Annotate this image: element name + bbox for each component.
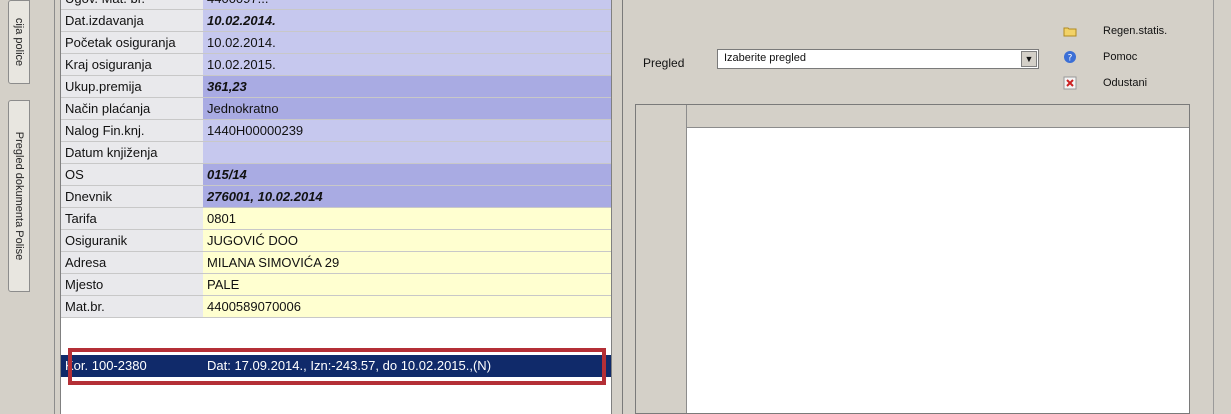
property-row[interactable]: Adresa MILANA SIMOVIĆA 29 — [61, 252, 611, 274]
property-value: 4400097... — [203, 0, 611, 10]
property-row[interactable]: Kraj osiguranja 10.02.2015. — [61, 54, 611, 76]
chevron-down-icon[interactable]: ▼ — [1021, 51, 1037, 67]
property-row[interactable]: Ugov. Mat. br.4400097... — [61, 0, 611, 10]
highlight-box — [68, 348, 606, 385]
property-row[interactable]: OS 015/14 — [61, 164, 611, 186]
property-label: Adresa — [61, 252, 203, 274]
property-label: Početak osiguranja — [61, 32, 203, 54]
property-value: Jednokratno — [203, 98, 611, 120]
folder-icon — [1063, 27, 1077, 37]
property-label: OS — [61, 164, 203, 186]
property-label: Ukup.premija — [61, 76, 203, 98]
property-row[interactable]: Tarifa 0801 — [61, 208, 611, 230]
property-value: JUGOVIĆ DOO — [203, 230, 611, 252]
splitter-strip — [34, 0, 55, 414]
property-row[interactable]: Ukup.premija 361,23 — [61, 76, 611, 98]
property-row[interactable]: Dnevnik 276001, 10.02.2014 — [61, 186, 611, 208]
vertical-tab-strip: cija police Pregled dokumenta Polise — [0, 0, 35, 414]
property-value — [203, 142, 611, 164]
property-value: MILANA SIMOVIĆA 29 — [203, 252, 611, 274]
property-value: 4400589070006 — [203, 296, 611, 318]
preview-grid[interactable] — [635, 104, 1190, 414]
property-label: Način plaćanja — [61, 98, 203, 120]
property-label: Ugov. Mat. br. — [61, 0, 203, 10]
property-label: Mat.br. — [61, 296, 203, 318]
svg-text:?: ? — [1068, 54, 1073, 64]
tab-pregled-label: Pregled dokumenta Polise — [13, 131, 25, 261]
property-value: 10.02.2015. — [203, 54, 611, 76]
property-label: Kraj osiguranja — [61, 54, 203, 76]
property-value: 0801 — [203, 208, 611, 230]
property-label: Nalog Fin.knj. — [61, 120, 203, 142]
tab-police[interactable]: cija police — [8, 0, 30, 84]
property-row[interactable]: Dat.izdavanja 10.02.2014. — [61, 10, 611, 32]
property-value: 361,23 — [203, 76, 611, 98]
help-icon: ? — [1064, 51, 1076, 64]
property-label: Dnevnik — [61, 186, 203, 208]
close-icon — [1063, 76, 1077, 90]
regen-statis-label: Regen.statis. — [1103, 25, 1168, 37]
property-value: PALE — [203, 274, 611, 296]
odustani-button[interactable]: Odustani — [1063, 74, 1193, 94]
pregled-label: Pregled — [643, 56, 685, 70]
property-label: Mjesto — [61, 274, 203, 296]
pomoc-button[interactable]: ? Pomoc — [1063, 48, 1193, 68]
property-row[interactable]: Nalog Fin.knj. 1440H00000239 — [61, 120, 611, 142]
pregled-select-value: Izaberite pregled — [724, 52, 806, 64]
property-value: 015/14 — [203, 164, 611, 186]
property-value: 10.02.2014. — [203, 10, 611, 32]
property-label: Datum knjiženja — [61, 142, 203, 164]
vertical-scrollbar[interactable] — [1213, 0, 1231, 414]
grid-header — [636, 105, 1189, 128]
property-value: 276001, 10.02.2014 — [203, 186, 611, 208]
property-label: Dat.izdavanja — [61, 10, 203, 32]
property-value: 1440H00000239 — [203, 120, 611, 142]
property-row[interactable]: Osiguranik JUGOVIĆ DOO — [61, 230, 611, 252]
property-label: Osiguranik — [61, 230, 203, 252]
property-row[interactable]: Mjesto PALE — [61, 274, 611, 296]
tab-pregled-dokumenta[interactable]: Pregled dokumenta Polise — [8, 100, 30, 292]
property-row[interactable]: Datum knjiženja — [61, 142, 611, 164]
property-row[interactable]: Mat.br. 4400589070006 — [61, 296, 611, 318]
odustani-label: Odustani — [1103, 77, 1148, 89]
grid-row-header — [636, 105, 687, 413]
property-value: 10.02.2014. — [203, 32, 611, 54]
tab-police-label: cija police — [13, 17, 25, 67]
property-label: Tarifa — [61, 208, 203, 230]
property-row[interactable]: Način plaćanja Jednokratno — [61, 98, 611, 120]
preview-panel: Pregled Izaberite pregled ▼ Regen.statis… — [622, 0, 1231, 414]
regen-statis-button[interactable]: Regen.statis. — [1063, 22, 1193, 42]
pregled-select[interactable]: Izaberite pregled ▼ — [717, 49, 1039, 69]
pomoc-label: Pomoc — [1103, 51, 1138, 63]
property-row[interactable]: Početak osiguranja 10.02.2014. — [61, 32, 611, 54]
